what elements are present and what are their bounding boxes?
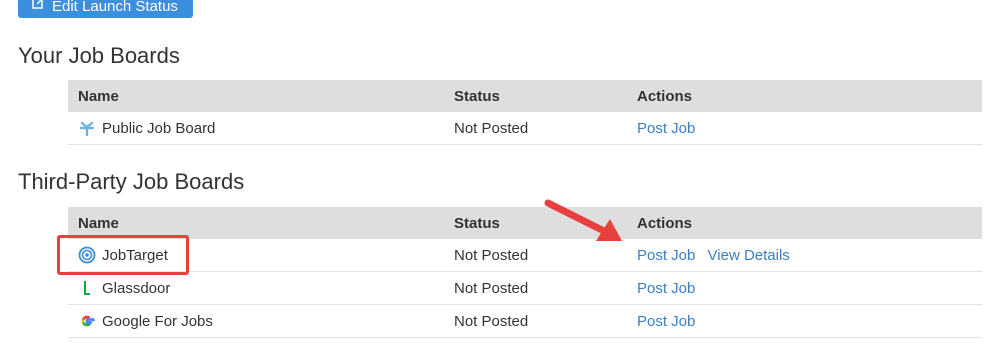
post-job-link[interactable]: Post Job xyxy=(637,120,695,137)
edit-launch-status-button[interactable]: Edit Launch Status xyxy=(18,0,193,18)
edit-icon xyxy=(32,0,44,9)
google-icon xyxy=(78,312,96,330)
status-header: Status xyxy=(444,80,627,112)
name-cell: Glassdoor xyxy=(68,271,444,305)
public-board-icon xyxy=(78,119,96,137)
table-header-row: Name Status Actions xyxy=(68,80,982,112)
actions-header: Actions xyxy=(627,80,982,112)
name-cell: Public Job Board xyxy=(68,112,444,145)
annotation-arrow-icon xyxy=(544,199,622,241)
glassdoor-icon xyxy=(78,279,96,297)
table-row: Public Job Board Not Posted Post Job xyxy=(68,112,982,145)
board-status: Not Posted xyxy=(444,304,627,338)
table-row: Google For Jobs Not Posted Post Job xyxy=(68,304,982,338)
board-name: Google For Jobs xyxy=(102,312,213,330)
actions-cell: Post Job View Details xyxy=(627,239,982,272)
your-job-boards-table: Name Status Actions Public Job Board Not… xyxy=(68,80,982,145)
table-row: Glassdoor Not Posted Post Job xyxy=(68,271,982,305)
third-party-job-boards-table: Name Status Actions JobTarget Not Posted… xyxy=(68,207,982,338)
board-name: Glassdoor xyxy=(102,279,171,297)
table-header-row: Name Status Actions xyxy=(68,207,982,239)
board-name: Public Job Board xyxy=(102,119,216,137)
name-header: Name xyxy=(68,80,444,112)
board-status: Not Posted xyxy=(444,271,627,305)
jobtarget-highlight-box xyxy=(57,235,189,275)
board-status: Not Posted xyxy=(444,112,627,145)
post-job-link[interactable]: Post Job xyxy=(637,313,695,330)
your-job-boards-title: Your Job Boards xyxy=(18,43,180,68)
third-party-job-boards-title: Third-Party Job Boards xyxy=(18,169,245,194)
name-cell: Google For Jobs xyxy=(68,304,444,338)
view-details-link[interactable]: View Details xyxy=(708,247,790,264)
actions-cell: Post Job xyxy=(627,112,982,145)
table-row: JobTarget Not Posted Post Job View Detai… xyxy=(68,239,982,272)
post-job-link[interactable]: Post Job xyxy=(637,247,695,264)
actions-cell: Post Job xyxy=(627,304,982,338)
edit-launch-status-label: Edit Launch Status xyxy=(52,0,178,15)
actions-header: Actions xyxy=(627,207,982,239)
post-job-link[interactable]: Post Job xyxy=(637,280,695,297)
actions-cell: Post Job xyxy=(627,271,982,305)
